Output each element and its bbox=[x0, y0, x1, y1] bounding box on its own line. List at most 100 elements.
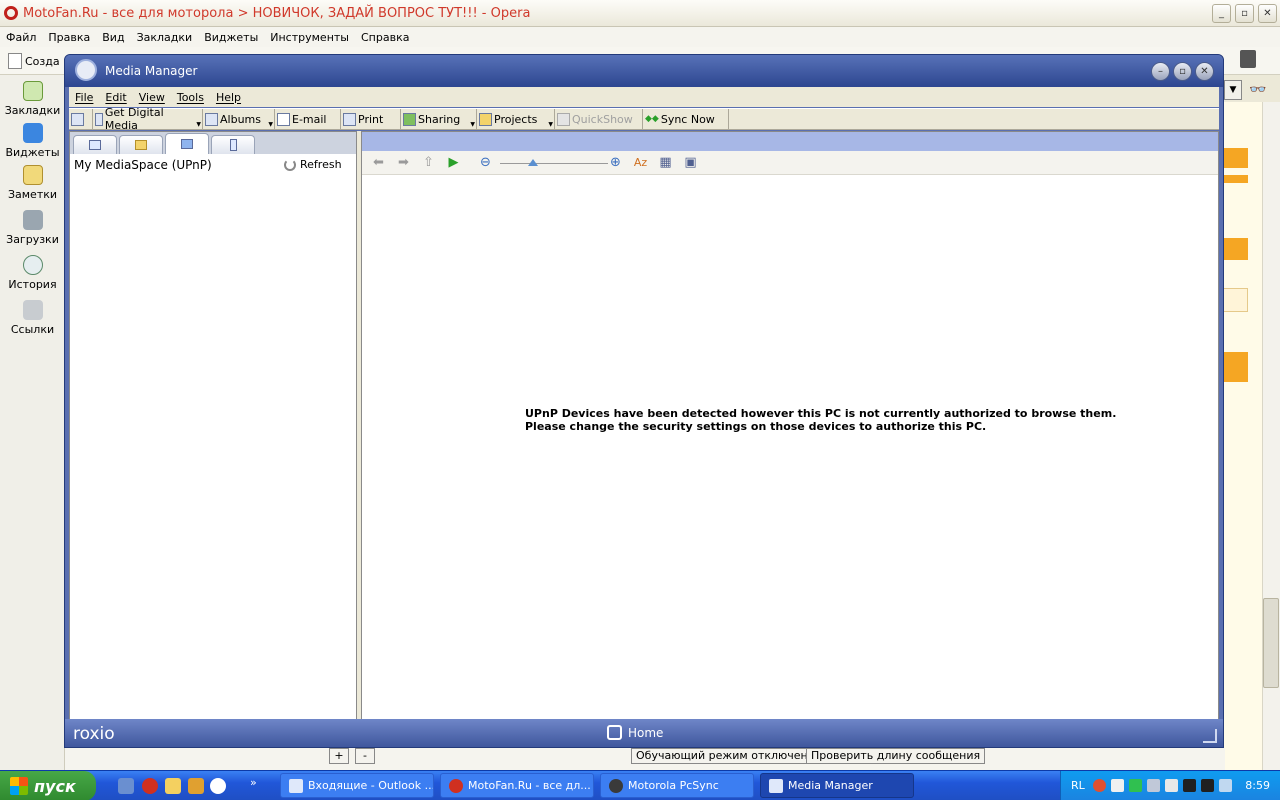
address-dropdown-button[interactable]: ▼ bbox=[1224, 80, 1242, 100]
quickshow-button[interactable]: QuickShow bbox=[555, 109, 643, 129]
refresh-label: Refresh bbox=[300, 158, 342, 171]
mm-minimize-button[interactable]: – bbox=[1151, 62, 1170, 81]
app-quicklaunch-icon[interactable] bbox=[188, 778, 204, 794]
task-pcsync[interactable]: Motorola PcSync bbox=[600, 773, 754, 798]
media-player-quicklaunch-icon[interactable] bbox=[210, 778, 226, 794]
task-media-manager[interactable]: Media Manager bbox=[760, 773, 914, 798]
mm-menu-tools[interactable]: Tools bbox=[171, 91, 210, 104]
tab-list[interactable] bbox=[73, 135, 117, 154]
sidebar-item-label: История bbox=[8, 278, 57, 291]
sharing-button[interactable]: Sharing ▼ bbox=[401, 109, 477, 129]
minimize-button[interactable]: _ bbox=[1212, 4, 1231, 23]
mm-close-button[interactable]: ✕ bbox=[1195, 62, 1214, 81]
grid-view-icon[interactable]: ▦ bbox=[657, 155, 674, 171]
refresh-button[interactable]: Refresh bbox=[284, 158, 342, 171]
sidebar-item-notes[interactable]: Заметки bbox=[0, 165, 65, 201]
menu-edit[interactable]: Правка bbox=[42, 31, 96, 44]
projects-label: Projects bbox=[494, 112, 538, 126]
home-button[interactable]: Home bbox=[607, 725, 663, 740]
folder-icon bbox=[479, 112, 492, 126]
mm-menu-file[interactable]: File bbox=[69, 91, 99, 104]
opera-logo-icon bbox=[4, 6, 18, 20]
opera-icon bbox=[449, 778, 463, 793]
sidebar-item-widgets[interactable]: Виджеты bbox=[0, 123, 65, 159]
close-button[interactable]: ✕ bbox=[1258, 4, 1277, 23]
projects-button[interactable]: Projects ▼ bbox=[477, 109, 555, 129]
play-icon[interactable]: ▶ bbox=[445, 155, 462, 171]
up-folder-icon[interactable]: ⇧ bbox=[420, 155, 437, 171]
mm-maximize-button[interactable]: ▫ bbox=[1173, 62, 1192, 81]
task-outlook[interactable]: Входящие - Outlook ... bbox=[280, 773, 434, 798]
mm-menu-help[interactable]: Help bbox=[210, 91, 247, 104]
language-indicator[interactable]: RL bbox=[1071, 779, 1085, 792]
opera-titlebar: MotoFan.Ru - все для моторола > НОВИЧОК,… bbox=[0, 0, 1280, 27]
tray-volume-icon[interactable] bbox=[1165, 779, 1178, 792]
media-manager-titlebar: Media Manager – ▫ ✕ bbox=[65, 55, 1223, 87]
zoom-in-icon[interactable]: ⊕ bbox=[607, 155, 624, 171]
folder-quicklaunch-icon[interactable] bbox=[165, 778, 181, 794]
quickshow-label: QuickShow bbox=[572, 112, 633, 126]
widgets-icon bbox=[22, 123, 43, 143]
menu-widgets[interactable]: Виджеты bbox=[198, 31, 264, 44]
tab-mediaspace[interactable] bbox=[165, 133, 209, 154]
tab-folders[interactable] bbox=[119, 135, 163, 154]
albums-button[interactable]: Albums ▼ bbox=[203, 109, 275, 129]
menu-view[interactable]: Вид bbox=[96, 31, 130, 44]
create-button[interactable]: Созда bbox=[8, 50, 60, 72]
mm-menu-view[interactable]: View bbox=[133, 91, 171, 104]
maximize-button[interactable]: ▫ bbox=[1235, 4, 1254, 23]
tutorial-mode-button[interactable]: Обучающий режим отключен bbox=[631, 748, 813, 764]
sidebar-item-history[interactable]: История bbox=[0, 255, 65, 291]
albums-icon bbox=[205, 112, 218, 126]
quicklaunch-overflow-icon[interactable]: » bbox=[250, 776, 257, 789]
scrollbar-thumb[interactable] bbox=[1263, 598, 1279, 688]
mm-menu-edit[interactable]: Edit bbox=[99, 91, 132, 104]
details-view-icon[interactable]: ▣ bbox=[682, 155, 699, 171]
add-button[interactable]: + bbox=[329, 748, 349, 764]
get-digital-media-button[interactable]: Get Digital Media ▼ bbox=[93, 106, 203, 132]
check-length-button[interactable]: Проверить длину сообщения bbox=[806, 748, 986, 764]
sidebar-item-label: Загрузки bbox=[6, 233, 59, 246]
sync-now-button[interactable]: ◆◆ Sync Now bbox=[643, 109, 729, 129]
page-button-fragment bbox=[1222, 148, 1248, 168]
start-button[interactable]: пуск bbox=[0, 771, 96, 800]
print-button[interactable]: Print bbox=[341, 109, 401, 129]
upnp-message-line2: Please change the security settings on t… bbox=[525, 420, 987, 433]
tray-messenger-icon[interactable] bbox=[1129, 779, 1142, 792]
mediaspace-title: My MediaSpace (UPnP) bbox=[74, 158, 212, 172]
zoom-slider-thumb[interactable] bbox=[528, 159, 538, 166]
tray-back-icon[interactable] bbox=[1093, 779, 1106, 792]
tab-devices[interactable] bbox=[211, 135, 255, 154]
trash-icon[interactable] bbox=[1240, 50, 1256, 68]
tray-spider-icon[interactable] bbox=[1201, 779, 1214, 792]
menu-bookmarks[interactable]: Закладки bbox=[131, 31, 199, 44]
tray-antivirus-icon[interactable] bbox=[1183, 779, 1196, 792]
task-opera[interactable]: MotoFan.Ru - все дл... bbox=[440, 773, 594, 798]
menu-file[interactable]: Файл bbox=[0, 31, 42, 44]
email-button[interactable]: E-mail bbox=[275, 109, 341, 129]
right-pane-toolbar: ⬅ ➡ ⇧ ▶ ⊖ ⊕ Az ▦ ▣ bbox=[362, 151, 1218, 175]
resize-grip-icon[interactable] bbox=[1203, 729, 1217, 743]
remove-button[interactable]: - bbox=[355, 748, 375, 764]
sort-az-icon[interactable]: Az bbox=[632, 155, 649, 171]
zoom-out-icon[interactable]: ⊖ bbox=[477, 155, 494, 171]
layout-toggle-button[interactable] bbox=[69, 109, 93, 129]
zoom-slider[interactable] bbox=[500, 163, 608, 164]
tray-network-icon[interactable] bbox=[1147, 779, 1160, 792]
show-desktop-icon[interactable] bbox=[118, 778, 134, 794]
dropdown-arrow-icon: ▼ bbox=[470, 121, 475, 128]
opera-quicklaunch-icon[interactable] bbox=[142, 778, 158, 794]
menu-tools[interactable]: Инструменты bbox=[264, 31, 355, 44]
opera-sidebar: Закладки Виджеты Заметки Загрузки Истори… bbox=[0, 75, 65, 770]
glasses-icon[interactable]: 👓 bbox=[1249, 82, 1266, 98]
email-icon bbox=[277, 112, 290, 126]
forward-arrow-icon[interactable]: ➡ bbox=[395, 155, 412, 171]
sidebar-item-bookmarks[interactable]: Закладки bbox=[0, 81, 65, 117]
sidebar-item-downloads[interactable]: Загрузки bbox=[0, 210, 65, 246]
tray-phone-icon[interactable] bbox=[1111, 779, 1124, 792]
sidebar-item-links[interactable]: Ссылки bbox=[0, 300, 65, 336]
system-tray: RL 8:59 bbox=[1060, 771, 1280, 800]
back-arrow-icon[interactable]: ⬅ bbox=[370, 155, 387, 171]
tray-monitor-icon[interactable] bbox=[1219, 779, 1232, 792]
menu-help[interactable]: Справка bbox=[355, 31, 415, 44]
